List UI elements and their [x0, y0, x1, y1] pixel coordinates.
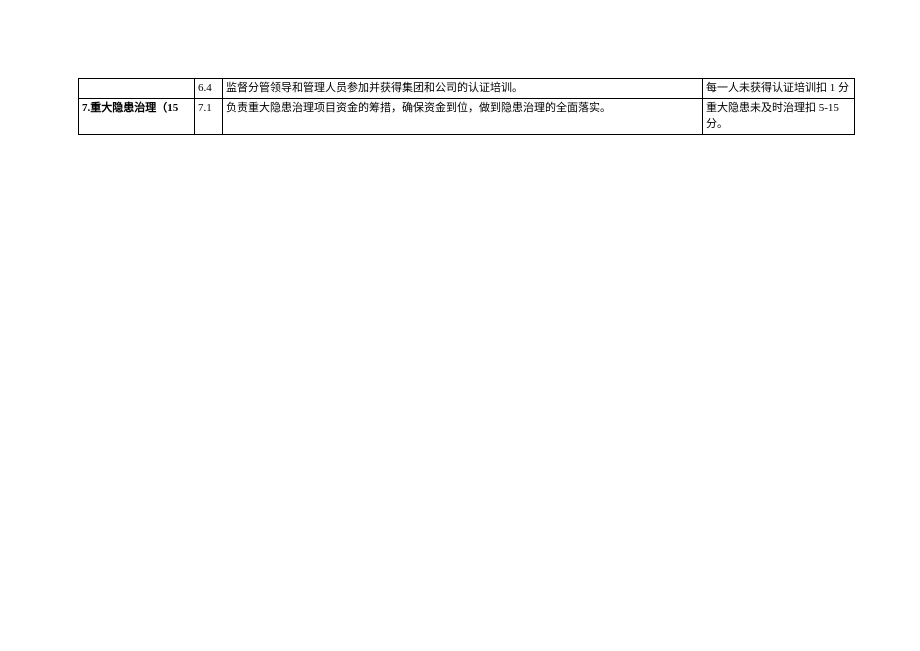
assessment-table: 6.4 监督分管领导和管理人员参加并获得集团和公司的认证培训。 每一人未获得认证… [78, 78, 855, 135]
number-cell: 6.4 [195, 79, 223, 99]
scoring-cell: 重大隐患未及时治理扣 5-15 分。 [703, 99, 855, 135]
content-cell: 负责重大隐患治理项目资金的筹措，确保资金到位，做到隐患治理的全面落实。 [223, 99, 703, 135]
assessment-table-container: 6.4 监督分管领导和管理人员参加并获得集团和公司的认证培训。 每一人未获得认证… [78, 78, 854, 135]
scoring-cell: 每一人未获得认证培训扣 1 分 [703, 79, 855, 99]
number-cell: 7.1 [195, 99, 223, 135]
table-row: 7.重大隐患治理（15 7.1 负责重大隐患治理项目资金的筹措，确保资金到位，做… [79, 99, 855, 135]
category-cell: 7.重大隐患治理（15 [79, 99, 195, 135]
table-row: 6.4 监督分管领导和管理人员参加并获得集团和公司的认证培训。 每一人未获得认证… [79, 79, 855, 99]
category-cell [79, 79, 195, 99]
content-cell: 监督分管领导和管理人员参加并获得集团和公司的认证培训。 [223, 79, 703, 99]
